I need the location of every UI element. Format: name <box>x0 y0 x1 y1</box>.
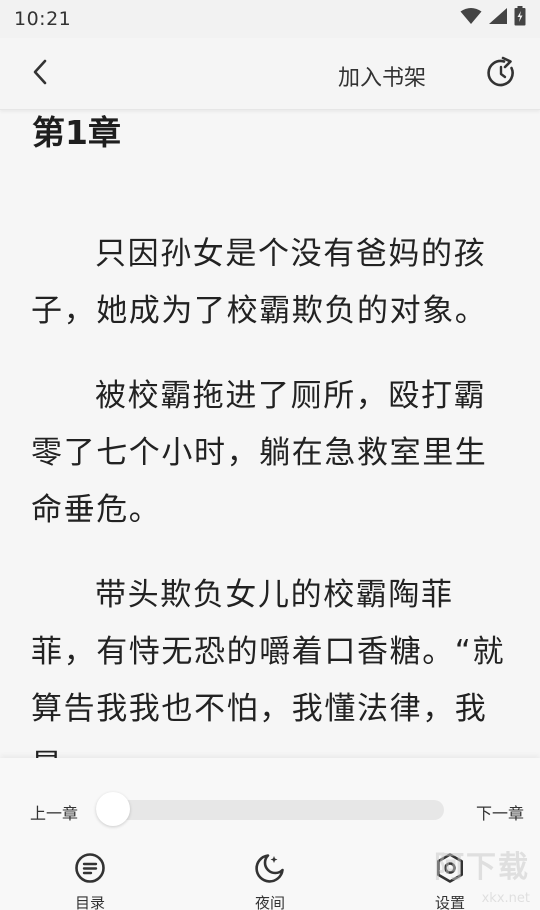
status-time: 10:21 <box>14 8 72 30</box>
chapter-text: 只因孙女是个没有爸妈的孩子，她成为了校霸欺负的对象。 被校霸拖进了厕所，殴打霸零… <box>31 226 513 760</box>
list-icon <box>74 852 106 888</box>
status-bar: 10:21 <box>0 0 540 38</box>
reader-toolbar: 加入书架 <box>0 38 540 110</box>
settings-button[interactable]: 设置 <box>405 852 495 910</box>
paragraph: 带头欺负女儿的校霸陶菲菲，有恃无恐的嚼着口香糖。“就算告我我也不怕，我懂法律，我… <box>31 577 506 760</box>
prev-chapter-button[interactable]: 上一章 <box>30 800 78 824</box>
gear-icon <box>434 852 466 888</box>
toc-label: 目录 <box>74 894 105 910</box>
moon-icon <box>254 852 286 888</box>
next-chapter-button[interactable]: 下一章 <box>476 800 524 824</box>
toc-button[interactable]: 目录 <box>45 852 135 910</box>
bottom-control-panel: 上一章 下一章 目录 夜间 设置 阿下载 xkx.net <box>0 758 540 910</box>
status-icons <box>460 6 526 30</box>
settings-label: 设置 <box>434 894 465 910</box>
wifi-icon <box>460 7 482 29</box>
chapter-title: 第1章 <box>32 113 121 152</box>
night-mode-label: 夜间 <box>254 894 285 910</box>
refresh-button[interactable] <box>482 56 520 94</box>
refresh-icon <box>484 56 518 94</box>
paragraph: 只因孙女是个没有爸妈的孩子，她成为了校霸欺负的对象。 <box>31 236 488 329</box>
reading-content[interactable]: 第1章 只因孙女是个没有爸妈的孩子，她成为了校霸欺负的对象。 被校霸拖进了厕所，… <box>0 110 540 760</box>
night-mode-button[interactable]: 夜间 <box>225 852 315 910</box>
paragraph: 被校霸拖进了厕所，殴打霸零了七个小时，躺在急救室里生命垂危。 <box>31 378 488 528</box>
signal-icon <box>488 7 508 29</box>
add-to-shelf-button[interactable]: 加入书架 <box>338 60 426 92</box>
chevron-left-icon <box>30 58 50 90</box>
back-button[interactable] <box>22 56 58 92</box>
chapter-progress-thumb[interactable] <box>96 792 130 826</box>
battery-icon <box>514 6 526 30</box>
chapter-progress-track[interactable] <box>96 800 444 820</box>
